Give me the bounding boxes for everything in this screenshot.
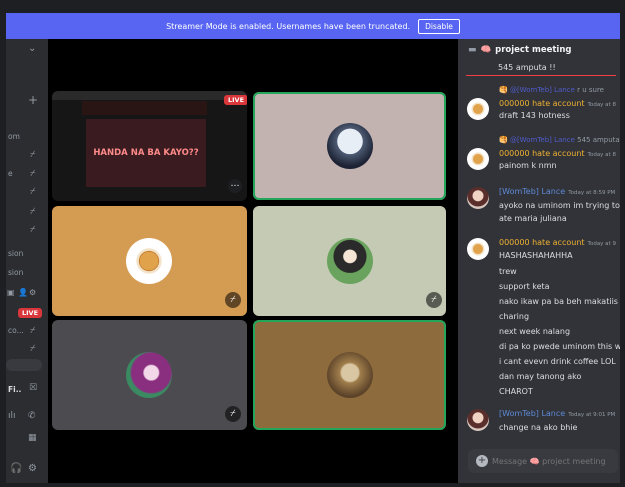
add-icon[interactable]: + (28, 93, 38, 107)
sidebar-item-1[interactable]: om (8, 132, 20, 141)
sidebar-item-3[interactable]: sion (8, 249, 23, 258)
chat-icon[interactable]: ▣ (7, 288, 15, 297)
disconnect-icon[interactable]: ☒ (29, 383, 37, 393)
message-text: nako ikaw pa ba beh makatiis s (499, 297, 620, 306)
sidebar-item-5[interactable]: co... (8, 326, 24, 335)
more-icon[interactable]: … (228, 179, 242, 193)
message-text: ayoko na uminom im trying to b (499, 201, 620, 210)
participant-tile[interactable]: ⌿ (253, 206, 446, 316)
message-text: painom k nmn (499, 161, 557, 170)
avatar[interactable] (467, 187, 489, 209)
slide-title: HANDA NA BA KAYO?? (93, 148, 199, 158)
mic-muted-icon: ⌿ (30, 150, 36, 160)
participant-tile[interactable]: ⌿ (52, 320, 247, 430)
participant-tile[interactable] (253, 92, 446, 200)
live-badge: LIVE (18, 308, 43, 318)
add-user-icon[interactable]: 👤 (18, 288, 28, 297)
message-text: change na ako bhie (499, 423, 578, 432)
reply-preview[interactable]: 🥞 @[WomTeb] Lance 545 amputa (499, 136, 620, 144)
participant-tile[interactable]: ⌿ (52, 206, 247, 316)
thread-icon: ▬ (468, 45, 477, 55)
shared-window-toolbar (52, 91, 247, 100)
participant-tile[interactable] (253, 320, 446, 430)
message-text: draft 143 hotness (499, 111, 570, 120)
message-text: dan may tanong ako (499, 372, 582, 381)
avatar (327, 352, 373, 398)
gear-icon[interactable]: ⚙ (28, 463, 37, 474)
avatar (126, 352, 172, 398)
message-text: next week nalang (499, 327, 571, 336)
mic-muted-icon: ⌿ (225, 292, 241, 308)
voice-stage: HANDA NA BA KAYO?? LIVE … ⌿ ⌿ ⌿ (48, 39, 458, 483)
mic-muted-icon: ⌿ (30, 169, 36, 179)
avatar[interactable] (467, 409, 489, 431)
mic-muted-icon: ⌿ (426, 292, 442, 308)
message-text: CHAROT (499, 387, 533, 396)
channel-emoji: 🧠 (480, 45, 492, 55)
message-composer: + (468, 449, 618, 473)
mic-muted-icon: ⌿ (30, 207, 36, 217)
channel-sidebar: ⌄ + om ⌿ e ⌿ ⌿ ⌿ ⌿ sion sion ▣ 👤 ⚙ LIVE … (6, 39, 48, 483)
message-author[interactable]: 000000 hate account Today at 8 (499, 99, 616, 108)
message-text: 545 amputa !! (498, 63, 556, 72)
mic-muted-icon: ⌿ (30, 344, 36, 354)
message-input[interactable] (492, 456, 612, 466)
mic-muted-icon: ⌿ (30, 326, 36, 336)
banner-text: Streamer Mode is enabled. Usernames have… (166, 21, 411, 31)
message-text: charing (499, 312, 530, 321)
avatar[interactable] (467, 148, 489, 170)
add-attachment-icon[interactable]: + (476, 455, 488, 467)
shared-slide: HANDA NA BA KAYO?? (86, 119, 206, 187)
message-author[interactable]: 000000 hate account Today at 9 (499, 238, 616, 247)
chat-panel: ▬ 🧠 project meeting 545 amputa !! 🥞 @[Wo… (458, 39, 620, 483)
message-text: HASHASHAHAHHA (499, 251, 573, 260)
new-messages-divider (466, 75, 616, 76)
avatar[interactable] (467, 98, 489, 120)
sidebar-item-4[interactable]: sion (8, 268, 23, 277)
noise-suppression-icon[interactable]: ılı (8, 411, 16, 421)
avatar[interactable] (467, 238, 489, 260)
mic-muted-icon: ⌿ (225, 406, 241, 422)
chat-header: ▬ 🧠 project meeting (458, 39, 620, 61)
message-author[interactable]: 000000 hate account Today at 8 (499, 149, 616, 158)
avatar (126, 238, 172, 284)
reply-preview[interactable]: 🥞 @[WomTeb] Lance r u sure (499, 86, 604, 94)
mic-muted-icon: ⌿ (30, 187, 36, 197)
message-text: di pa ko pwede uminom this we (499, 342, 620, 351)
mic-muted-icon: ⌿ (30, 225, 36, 235)
activity-icon[interactable]: ▦ (28, 433, 37, 443)
avatar (327, 123, 373, 169)
message-author[interactable]: [WomTeb] Lance Today at 8:59 PM (499, 187, 615, 196)
disable-button[interactable]: Disable (418, 18, 460, 34)
phone-x-icon[interactable]: ✆ (28, 411, 36, 421)
chevron-down-icon[interactable]: ⌄ (28, 43, 36, 54)
voice-status[interactable]: Fi.. (8, 385, 21, 394)
shared-slide-thumb (82, 101, 207, 115)
message-text: ate maria juliana (499, 214, 567, 223)
channel-name: project meeting (495, 45, 572, 55)
message-text: i cant evevn drink coffee LOL (499, 357, 616, 366)
message-author[interactable]: [WomTeb] Lance Today at 9:01 PM (499, 409, 615, 418)
streamer-mode-banner: Streamer Mode is enabled. Usernames have… (6, 13, 620, 39)
screenshare-tile[interactable]: HANDA NA BA KAYO?? LIVE … (52, 91, 247, 201)
gear-icon[interactable]: ⚙ (29, 288, 36, 297)
message-text: support keta (499, 282, 550, 291)
message-text: trew (499, 267, 517, 276)
headphones-icon[interactable]: 🎧 (10, 463, 22, 474)
avatar (327, 238, 373, 284)
user-panel-pill (6, 359, 42, 371)
sidebar-item-2[interactable]: e (8, 169, 13, 178)
live-badge: LIVE (224, 95, 247, 105)
